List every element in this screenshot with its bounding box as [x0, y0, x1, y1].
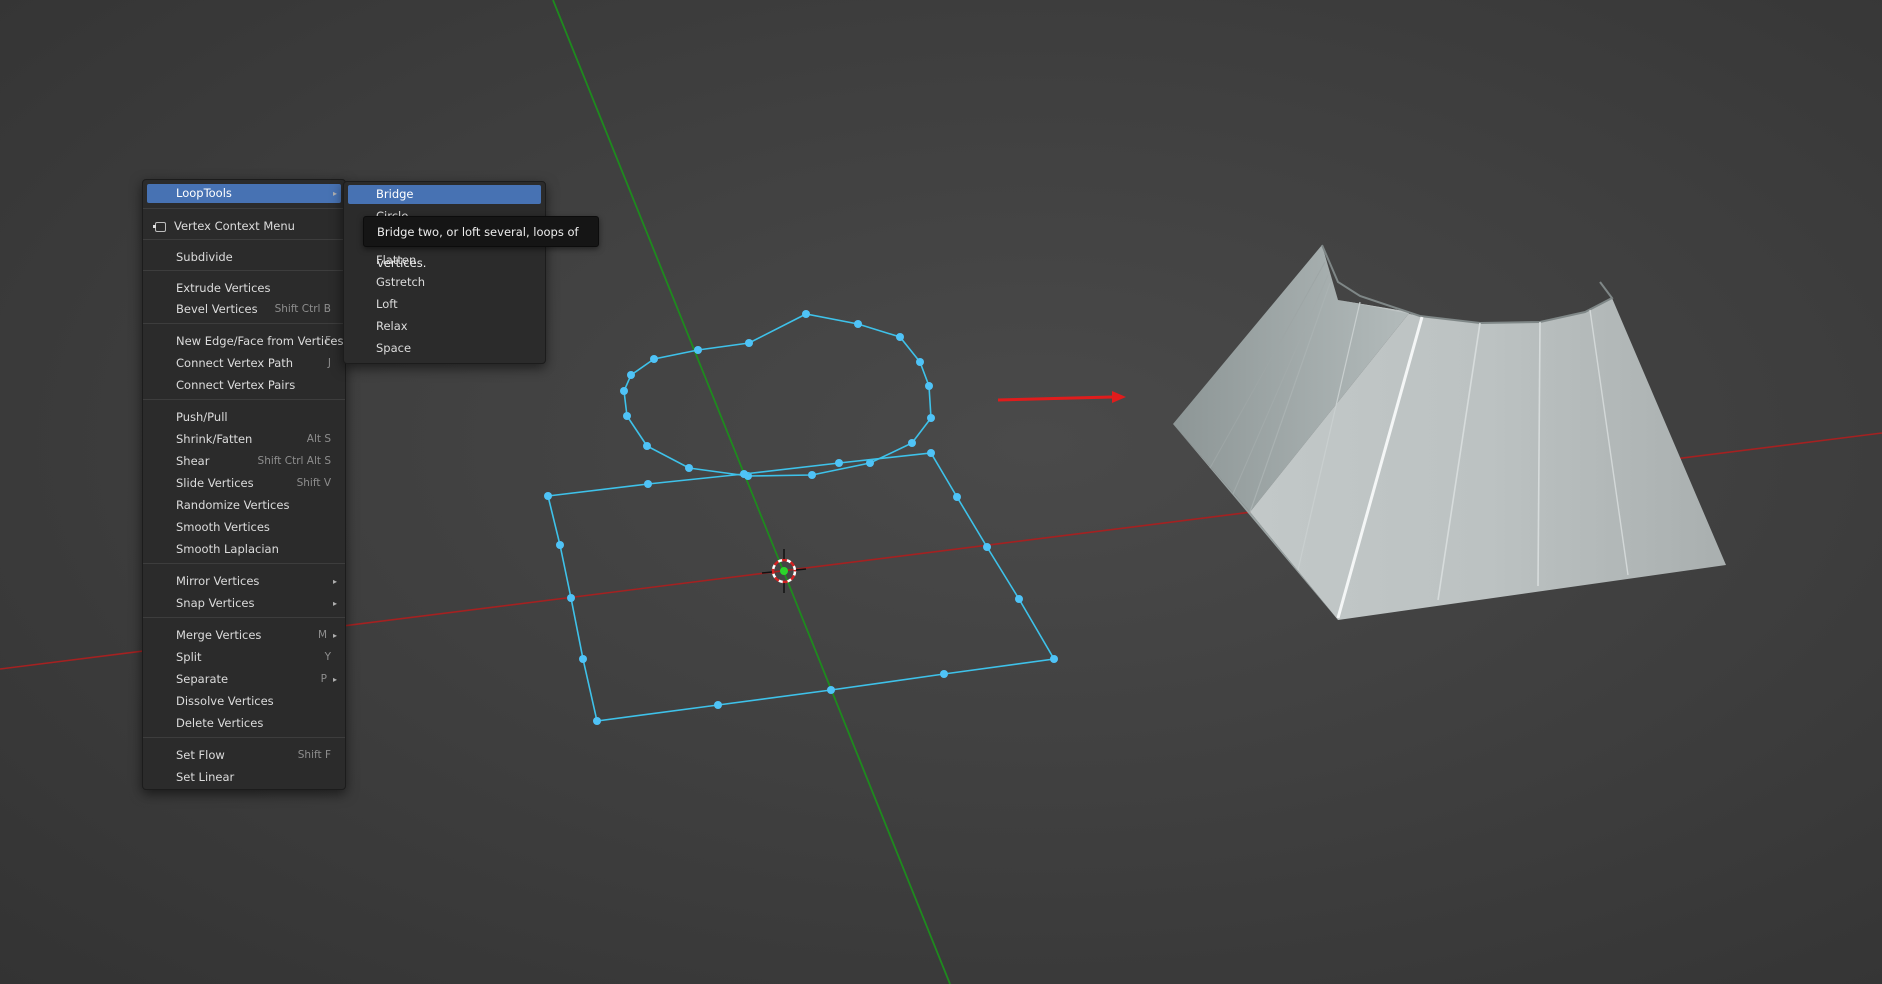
menu-item-snap-vertices[interactable]: Snap Vertices ▸ — [147, 594, 341, 613]
menu-item-label: Set Linear — [176, 770, 235, 784]
menu-item-shortcut: Y — [324, 651, 331, 663]
menu-item-label: Mirror Vertices — [176, 574, 260, 588]
looptools-item-space[interactable]: Space — [348, 339, 541, 358]
menu-item-label: Separate — [176, 672, 229, 686]
submenu-arrow-icon: ▸ — [332, 675, 337, 684]
menu-item-connect-vertex-path[interactable]: Connect Vertex Path J — [147, 354, 341, 373]
menu-separator — [143, 399, 345, 400]
menu-item-shortcut: Shift Ctrl Alt S — [257, 455, 331, 467]
menu-item-label: Smooth Vertices — [176, 520, 270, 534]
looptools-item-bridge[interactable]: Bridge — [348, 185, 541, 204]
menu-item-shortcut: F — [324, 335, 331, 347]
menu-item-label: Extrude Vertices — [176, 281, 271, 295]
menu-item-looptools[interactable]: LoopTools ▸ — [147, 184, 341, 203]
menu-item-label: Randomize Vertices — [176, 498, 290, 512]
menu-item-label: Bevel Vertices — [176, 302, 258, 316]
menu-item-label: Space — [376, 341, 412, 355]
menu-item-extrude-vertices[interactable]: Extrude Vertices — [147, 279, 341, 298]
menu-item-label: Shear — [176, 454, 210, 468]
menu-item-shortcut: P — [320, 673, 327, 685]
bridged-mesh-object[interactable] — [1173, 244, 1726, 620]
menu-item-separate[interactable]: Separate P ▸ — [147, 670, 341, 689]
menu-item-shrink-fatten[interactable]: Shrink/Fatten Alt S — [147, 430, 341, 449]
y-axis-line — [552, 0, 951, 984]
menu-item-label: Snap Vertices — [176, 596, 255, 610]
menu-item-shortcut: Alt S — [306, 433, 331, 445]
menu-separator — [143, 208, 345, 209]
menu-item-randomize-vertices[interactable]: Randomize Vertices — [147, 496, 341, 515]
menu-item-push-pull[interactable]: Push/Pull — [147, 408, 341, 427]
menu-item-label: Shrink/Fatten — [176, 432, 253, 446]
menu-item-set-linear[interactable]: Set Linear — [147, 768, 341, 787]
menu-item-mirror-vertices[interactable]: Mirror Vertices ▸ — [147, 572, 341, 591]
menu-item-merge-vertices[interactable]: Merge Vertices M ▸ — [147, 626, 341, 645]
result-arrow-icon — [997, 391, 1126, 403]
circle-vertex-loop[interactable] — [620, 310, 935, 480]
menu-item-dissolve-vertices[interactable]: Dissolve Vertices — [147, 692, 341, 711]
menu-item-shortcut: Shift Ctrl B — [274, 303, 331, 315]
menu-item-smooth-vertices[interactable]: Smooth Vertices — [147, 518, 341, 537]
menu-separator — [143, 270, 345, 271]
menu-item-label: Connect Vertex Path — [176, 356, 294, 370]
menu-item-label: Merge Vertices — [176, 628, 262, 642]
menu-item-new-edge-face-from-vertices[interactable]: New Edge/Face from Vertices F — [147, 332, 344, 351]
menu-item-slide-vertices[interactable]: Slide Vertices Shift V — [147, 474, 341, 493]
menu-item-smooth-laplacian[interactable]: Smooth Laplacian — [147, 540, 341, 559]
menu-item-bevel-vertices[interactable]: Bevel Vertices Shift Ctrl B — [147, 300, 341, 319]
menu-item-delete-vertices[interactable]: Delete Vertices — [147, 714, 341, 733]
bridge-tooltip: Bridge two, or loft several, loops of ve… — [363, 216, 599, 270]
menu-item-label: Set Flow — [176, 748, 225, 762]
menu-item-label: Split — [176, 650, 202, 664]
menu-item-label: Connect Vertex Pairs — [176, 378, 296, 392]
menu-item-label: LoopTools — [176, 186, 232, 200]
menu-separator — [143, 617, 345, 618]
submenu-arrow-icon: ▸ — [332, 599, 337, 608]
menu-item-label: Vertex Context Menu — [174, 219, 295, 233]
menu-header-vertex-context-menu: Vertex Context Menu — [147, 217, 341, 236]
menu-item-label: New Edge/Face from Vertices — [176, 334, 344, 348]
menu-item-label: Delete Vertices — [176, 716, 264, 730]
menu-item-subdivide[interactable]: Subdivide — [147, 248, 341, 267]
menu-separator — [143, 563, 345, 564]
menu-header-icon — [153, 222, 166, 232]
submenu-arrow-icon: ▸ — [332, 189, 337, 198]
menu-item-label: Push/Pull — [176, 410, 228, 424]
menu-item-shortcut: J — [327, 357, 331, 369]
menu-item-set-flow[interactable]: Set Flow Shift F — [147, 746, 341, 765]
menu-item-label: Subdivide — [176, 250, 233, 264]
vertex-context-menu: LoopTools ▸ Vertex Context Menu Subdivide Ex… — [142, 179, 346, 790]
menu-item-split[interactable]: Split Y — [147, 648, 341, 667]
square-vertex-loop[interactable] — [544, 449, 1058, 725]
looptools-item-loft[interactable]: Loft — [348, 295, 541, 314]
submenu-arrow-icon: ▸ — [332, 631, 337, 640]
menu-separator — [143, 737, 345, 738]
menu-item-shortcut: M — [317, 629, 327, 641]
menu-item-label: Relax — [376, 319, 408, 333]
menu-item-shear[interactable]: Shear Shift Ctrl Alt S — [147, 452, 341, 471]
menu-item-label: Bridge — [376, 187, 414, 201]
menu-separator — [143, 239, 345, 240]
3d-cursor-icon[interactable] — [761, 549, 807, 593]
menu-item-label: Loft — [376, 297, 398, 311]
menu-item-connect-vertex-pairs[interactable]: Connect Vertex Pairs — [147, 376, 341, 395]
submenu-arrow-icon: ▸ — [332, 577, 337, 586]
menu-separator — [143, 323, 345, 324]
menu-item-shortcut: Shift F — [297, 749, 331, 761]
menu-item-label: Smooth Laplacian — [176, 542, 279, 556]
menu-item-label: Dissolve Vertices — [176, 694, 274, 708]
menu-item-label: Slide Vertices — [176, 476, 254, 490]
looptools-item-relax[interactable]: Relax — [348, 317, 541, 336]
menu-item-shortcut: Shift V — [296, 477, 331, 489]
looptools-submenu: BridgeCircleCurveFlattenGstretchLoftRela… — [343, 181, 546, 364]
